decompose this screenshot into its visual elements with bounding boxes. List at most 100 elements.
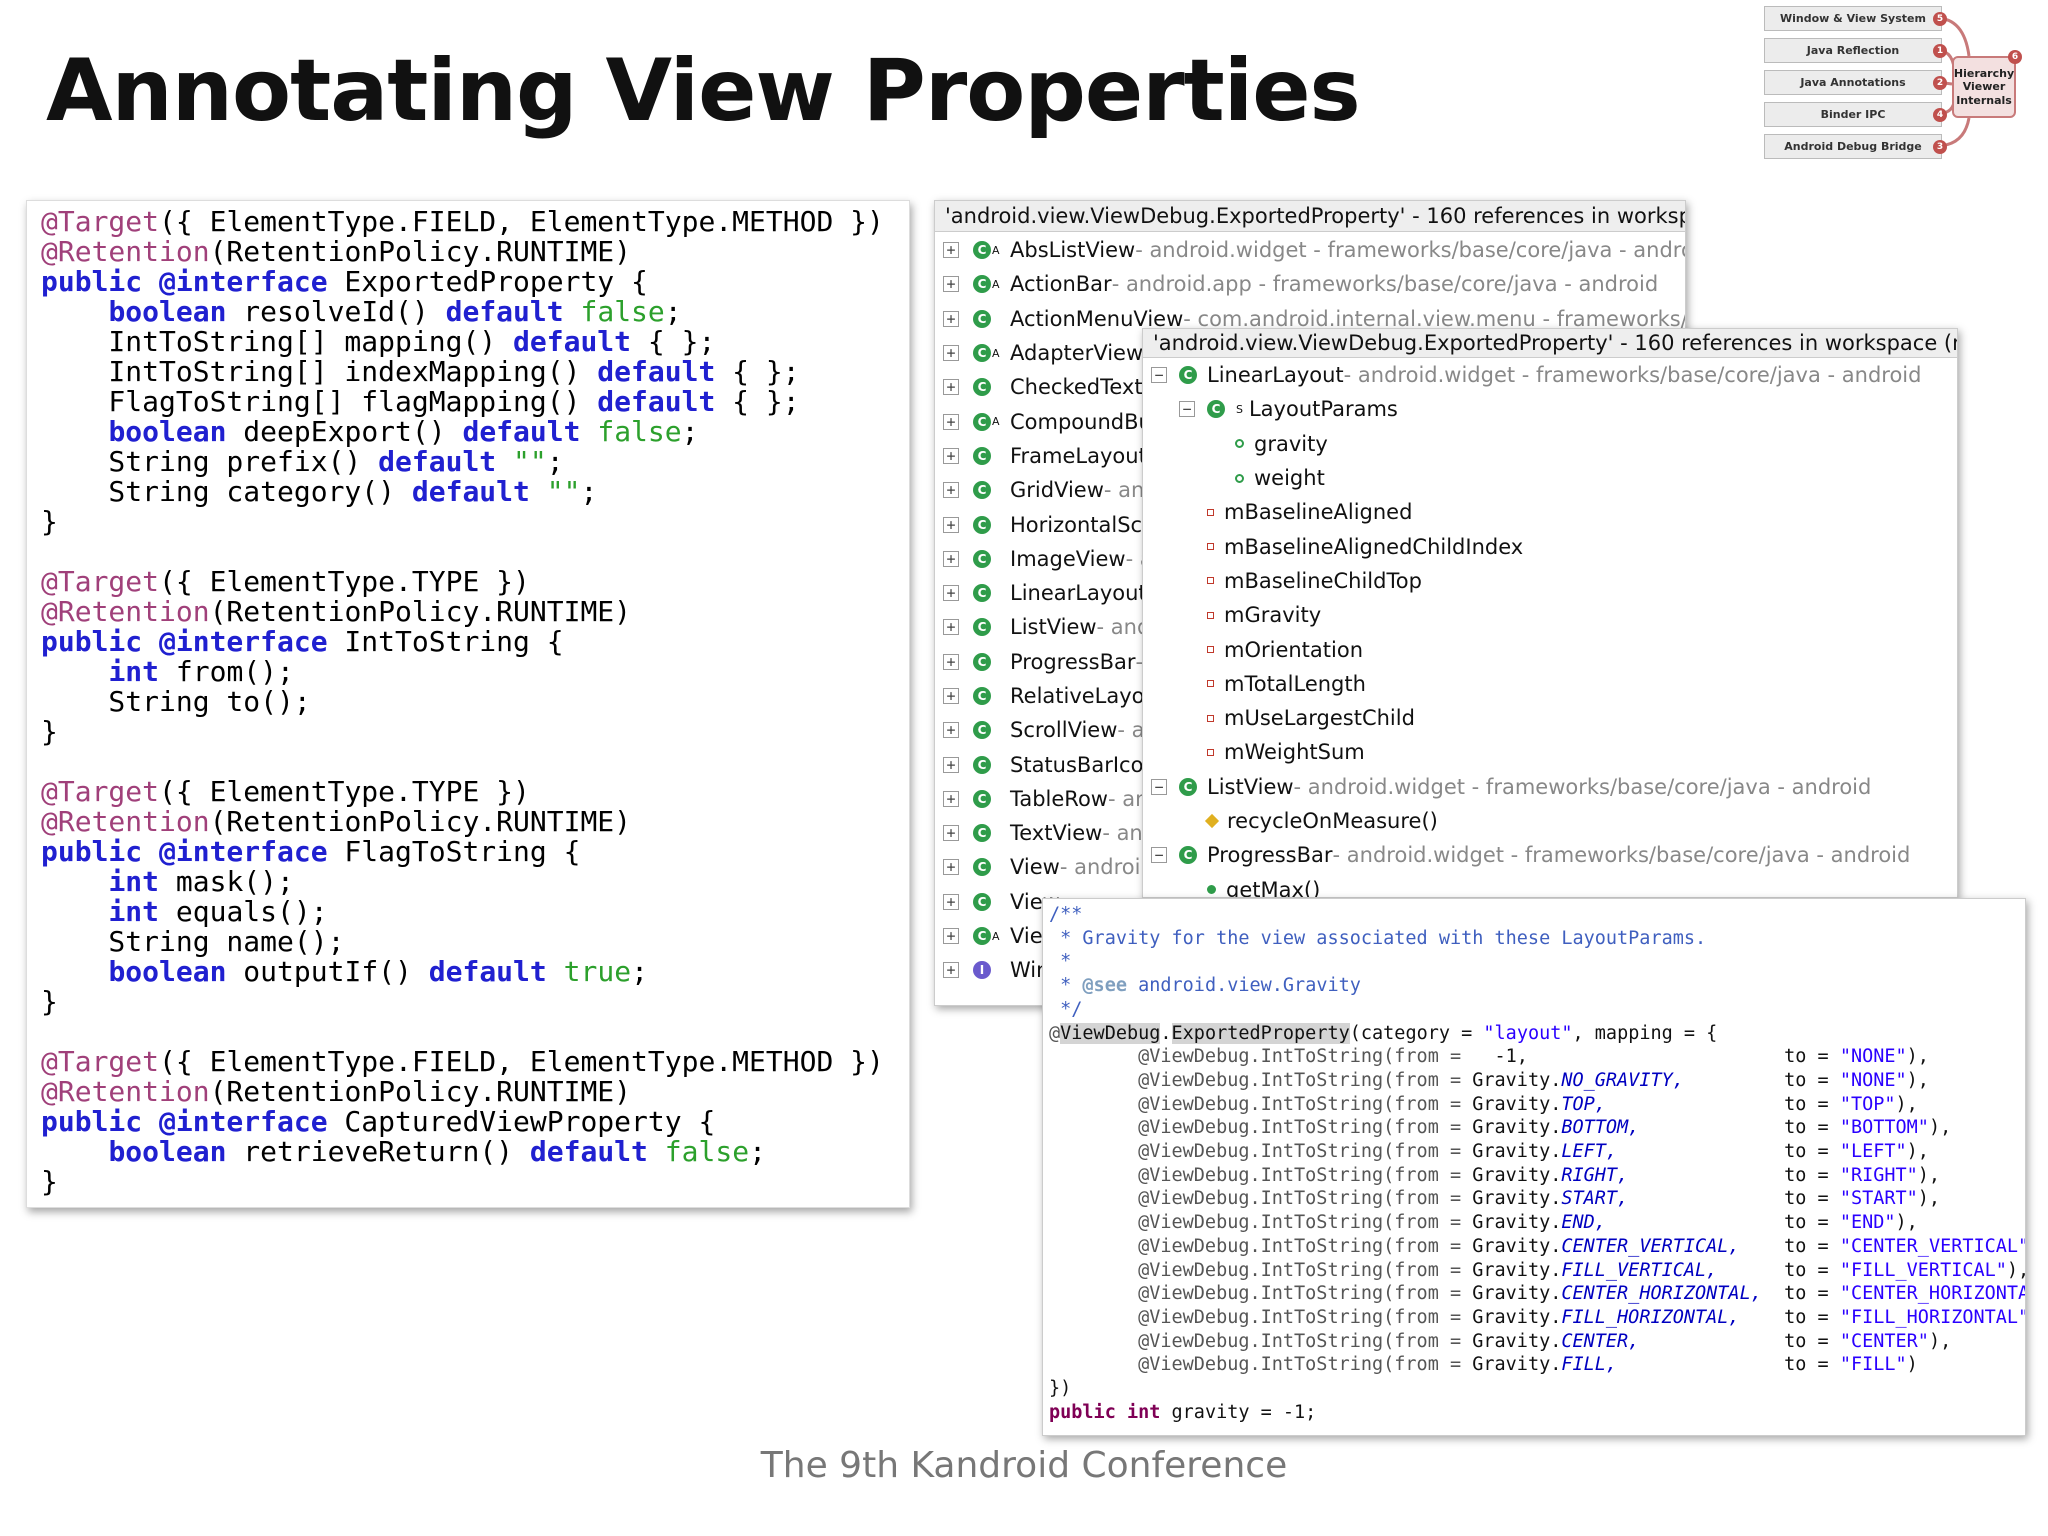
string-literal: "LEFT" bbox=[1839, 1141, 1907, 1163]
expand-toggle-icon[interactable]: + bbox=[943, 688, 959, 704]
search-result-row[interactable]: weight bbox=[1143, 461, 1957, 495]
keyword: default bbox=[378, 445, 497, 478]
keyword: default bbox=[597, 355, 716, 388]
search-result-row[interactable]: mTotalLength bbox=[1143, 667, 1957, 701]
code-token: @ViewDebug.IntToString(from = bbox=[1049, 1354, 1473, 1376]
code-token: (RetentionPolicy.RUNTIME) bbox=[209, 805, 632, 838]
code-token: Gravity. bbox=[1472, 1188, 1562, 1210]
collapse-toggle-icon[interactable]: − bbox=[1151, 778, 1167, 795]
code-token: Gravity. bbox=[1472, 1164, 1562, 1186]
expand-toggle-icon[interactable]: + bbox=[943, 516, 959, 533]
code-token: Gravity. bbox=[1472, 1259, 1562, 1281]
code-token: Gravity. bbox=[1472, 1354, 1562, 1376]
search-result-row[interactable]: mBaselineAligned bbox=[1143, 495, 1957, 529]
search-result-row[interactable]: + C A AbsListView - android.widget - framew… bbox=[935, 233, 1685, 267]
annotation: @Target bbox=[41, 1045, 160, 1078]
collapse-toggle-icon[interactable]: − bbox=[1179, 401, 1195, 418]
code-text: @Target({ ElementType.FIELD, ElementType… bbox=[41, 207, 884, 1197]
expand-toggle-icon[interactable]: + bbox=[943, 550, 959, 567]
search-result-row[interactable]: mWeightSum bbox=[1143, 735, 1957, 769]
code-token: @ViewDebug.IntToString(from = bbox=[1049, 1188, 1473, 1210]
expand-toggle-icon[interactable]: + bbox=[943, 379, 959, 396]
expand-toggle-icon[interactable]: + bbox=[943, 893, 959, 910]
expand-toggle-icon[interactable]: + bbox=[943, 276, 959, 293]
expand-toggle-icon[interactable]: + bbox=[943, 413, 959, 430]
code-token: to = bbox=[1784, 1069, 1840, 1091]
expand-toggle-icon[interactable]: + bbox=[943, 482, 959, 499]
expand-toggle-icon[interactable]: + bbox=[943, 859, 959, 876]
search-result-row[interactable]: − C LinearLayout - android.widget - framew… bbox=[1143, 358, 1957, 392]
search-result-row[interactable]: mBaselineChildTop bbox=[1143, 564, 1957, 598]
expand-toggle-icon[interactable]: + bbox=[943, 585, 959, 602]
keyword: default bbox=[411, 475, 530, 508]
string-literal: "FILL_HORIZONTAL" bbox=[1839, 1306, 2026, 1328]
search-result-row[interactable]: getMax() bbox=[1143, 872, 1957, 897]
expand-toggle-icon[interactable]: + bbox=[943, 790, 959, 807]
keyword: public @interface bbox=[41, 1105, 328, 1138]
search-result-row[interactable]: + C A ActionBar - android.app - frameworks/… bbox=[935, 267, 1685, 301]
expand-toggle-icon[interactable]: + bbox=[943, 619, 959, 636]
string-literal: "CENTER_VERTICAL" bbox=[1839, 1235, 2026, 1257]
expand-toggle-icon[interactable]: + bbox=[943, 825, 959, 842]
modifier-marker: A bbox=[992, 277, 1000, 291]
code-line: FlagToString[] flagMapping() default { }… bbox=[41, 385, 799, 418]
keyword: boolean bbox=[108, 1135, 227, 1168]
modifier-marker bbox=[992, 861, 1004, 874]
collapse-toggle-icon[interactable]: − bbox=[1151, 847, 1167, 864]
class-icon: C bbox=[973, 824, 991, 843]
search-results-header: 'android.view.ViewDebug.ExportedProperty… bbox=[935, 201, 1685, 232]
search-result-row[interactable]: − C ProgressBar - android.widget - framewo… bbox=[1143, 838, 1957, 872]
modifier-marker bbox=[992, 690, 1004, 703]
result-name: mGravity bbox=[1224, 603, 1322, 628]
search-result-row[interactable]: − C ListView - android.widget - frameworks… bbox=[1143, 770, 1957, 804]
code-token: ; bbox=[664, 295, 682, 328]
roadmap-item: Java Reflection 1 bbox=[1764, 38, 1947, 63]
search-result-row[interactable]: mBaselineAlignedChildIndex bbox=[1143, 529, 1957, 563]
result-type-name: TextView bbox=[1010, 821, 1103, 846]
result-name: mWeightSum bbox=[1224, 740, 1365, 765]
mapping-line: @ViewDebug.IntToString(from = Gravity.CE… bbox=[1049, 1235, 2026, 1257]
collapse-toggle-icon bbox=[1179, 676, 1195, 692]
constant: CENTER_HORIZONTAL, bbox=[1561, 1283, 1762, 1305]
code-token: ), bbox=[2006, 1259, 2025, 1281]
modifier-marker bbox=[992, 724, 1004, 737]
search-result-row[interactable]: recycleOnMeasure() bbox=[1143, 804, 1957, 838]
mapping-line: @ViewDebug.IntToString(from = Gravity.TO… bbox=[1049, 1094, 1918, 1115]
literal: false bbox=[597, 415, 682, 448]
keyword: boolean bbox=[108, 295, 227, 328]
javadoc-line: /** bbox=[1049, 904, 1083, 925]
expand-toggle-icon[interactable]: + bbox=[943, 722, 959, 739]
search-result-row[interactable]: gravity bbox=[1143, 427, 1957, 461]
search-result-row[interactable]: mGravity bbox=[1143, 598, 1957, 632]
search-result-row[interactable]: mOrientation bbox=[1143, 632, 1957, 666]
modifier-marker: A bbox=[992, 929, 1000, 943]
result-name: mTotalLength bbox=[1224, 671, 1366, 696]
expand-toggle-icon[interactable]: + bbox=[943, 756, 959, 773]
search-result-row[interactable]: mUseLargestChild bbox=[1143, 701, 1957, 735]
expand-toggle-icon[interactable]: + bbox=[943, 447, 959, 464]
code-token: { }; bbox=[715, 355, 800, 388]
search-result-row[interactable]: − C S LayoutParams bbox=[1143, 392, 1957, 426]
result-package: - android.widget - frameworks/base/core/… bbox=[1343, 363, 1922, 388]
expand-toggle-icon[interactable]: + bbox=[943, 653, 959, 670]
annotation: @Retention bbox=[41, 235, 210, 268]
expand-toggle-icon[interactable]: + bbox=[943, 962, 959, 979]
expand-toggle-icon[interactable]: + bbox=[943, 310, 959, 327]
code-token: Gravity. bbox=[1472, 1330, 1562, 1352]
result-name: ProgressBar bbox=[1207, 843, 1333, 868]
code-token: FlagToString { bbox=[327, 835, 581, 868]
collapse-toggle-icon[interactable]: − bbox=[1151, 367, 1167, 384]
code-line: public @interface IntToString { bbox=[41, 625, 564, 658]
expand-toggle-icon[interactable]: + bbox=[943, 345, 959, 362]
code-line: @Target({ ElementType.TYPE }) bbox=[41, 775, 530, 808]
expand-toggle-icon[interactable]: + bbox=[943, 928, 959, 945]
expand-toggle-icon[interactable]: + bbox=[943, 242, 959, 259]
class-icon: C bbox=[973, 549, 991, 568]
modifier-marker bbox=[992, 381, 1004, 394]
constant: FILL, bbox=[1561, 1354, 1618, 1376]
code-token: to = bbox=[1784, 1330, 1840, 1352]
class-icon: C bbox=[973, 446, 991, 465]
